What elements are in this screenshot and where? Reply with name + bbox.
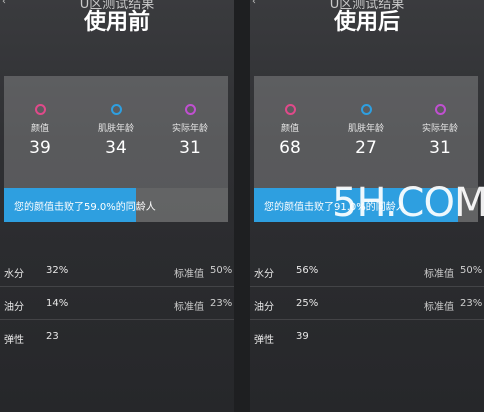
circle-pink-icon [284, 104, 296, 115]
stat-row-elasticity: 弹性 39 [250, 321, 484, 353]
stat-row-oil: 油分 14% 标准值 23% [0, 288, 234, 320]
stat-row-oil: 油分 25% 标准值 23% [250, 288, 484, 320]
standard-value: 50% [460, 265, 483, 276]
standard-label: 标准值 [424, 302, 454, 313]
circle-pink-icon [34, 104, 46, 115]
percentile-bar: 您的颜值击败了59.0%的同龄人 [4, 188, 228, 222]
stat-key: 油分 [4, 302, 24, 313]
standard-value: 23% [210, 298, 233, 309]
metric-label: 实际年龄 [421, 124, 458, 134]
metric-value: 27 [355, 138, 377, 158]
circle-blue-icon [110, 104, 122, 115]
metric-label: 肌肤年龄 [347, 124, 384, 134]
stat-key: 弹性 [4, 335, 24, 346]
circle-blue-icon [360, 104, 372, 115]
stat-row-moisture: 水分 32% 标准值 50% [0, 255, 234, 287]
metric-value: 31 [179, 138, 201, 158]
stat-value: 56% [296, 265, 319, 276]
stat-value: 39 [296, 331, 309, 342]
stat-key: 弹性 [254, 335, 274, 346]
stat-key: 油分 [254, 302, 274, 313]
percentile-text: 您的颜值击败了59.0%的同龄人 [14, 202, 156, 213]
standard-label: 标准值 [424, 269, 454, 280]
metric-value: 34 [105, 138, 127, 158]
metric-skin-age: 肌肤年龄 34 [86, 104, 146, 158]
standard-label: 标准值 [174, 302, 204, 313]
metric-face: 颜值 68 [260, 104, 320, 158]
circle-purple-icon [434, 104, 446, 115]
stat-row-moisture: 水分 56% 标准值 50% [250, 255, 484, 287]
score-card: 颜值 39 肌肤年龄 34 实际年龄 31 您的颜值击败了59.0%的同龄人 [4, 76, 228, 222]
stat-key: 水分 [4, 269, 24, 280]
stat-value: 25% [296, 298, 319, 309]
metric-real-age: 实际年龄 31 [160, 104, 220, 158]
metric-label: 颜值 [30, 124, 49, 134]
circle-purple-icon [184, 104, 196, 115]
stat-value: 23 [46, 331, 59, 342]
stat-key: 水分 [254, 269, 274, 280]
stat-value: 32% [46, 265, 69, 276]
standard-value: 23% [460, 298, 483, 309]
site-watermark: 5H.COM [332, 180, 484, 226]
panel-divider [234, 0, 250, 412]
standard-label: 标准值 [174, 269, 204, 280]
metric-label: 肌肤年龄 [97, 124, 134, 134]
metric-skin-age: 肌肤年龄 27 [336, 104, 396, 158]
metric-value: 39 [29, 138, 51, 158]
standard-value: 50% [210, 265, 233, 276]
metric-real-age: 实际年龄 31 [410, 104, 470, 158]
panel-title: 使用后 [333, 10, 400, 35]
metric-label: 实际年龄 [171, 124, 208, 134]
metric-face: 颜值 39 [10, 104, 70, 158]
metric-label: 颜值 [280, 124, 299, 134]
stat-row-elasticity: 弹性 23 [0, 321, 234, 353]
metric-value: 31 [429, 138, 451, 158]
metric-value: 68 [279, 138, 301, 158]
stat-value: 14% [46, 298, 69, 309]
before-panel: ‹ U区测试结果 使用前 颜值 39 肌肤年龄 34 实际年龄 31 您的颜值击… [0, 0, 234, 412]
panel-title: 使用前 [83, 10, 150, 35]
